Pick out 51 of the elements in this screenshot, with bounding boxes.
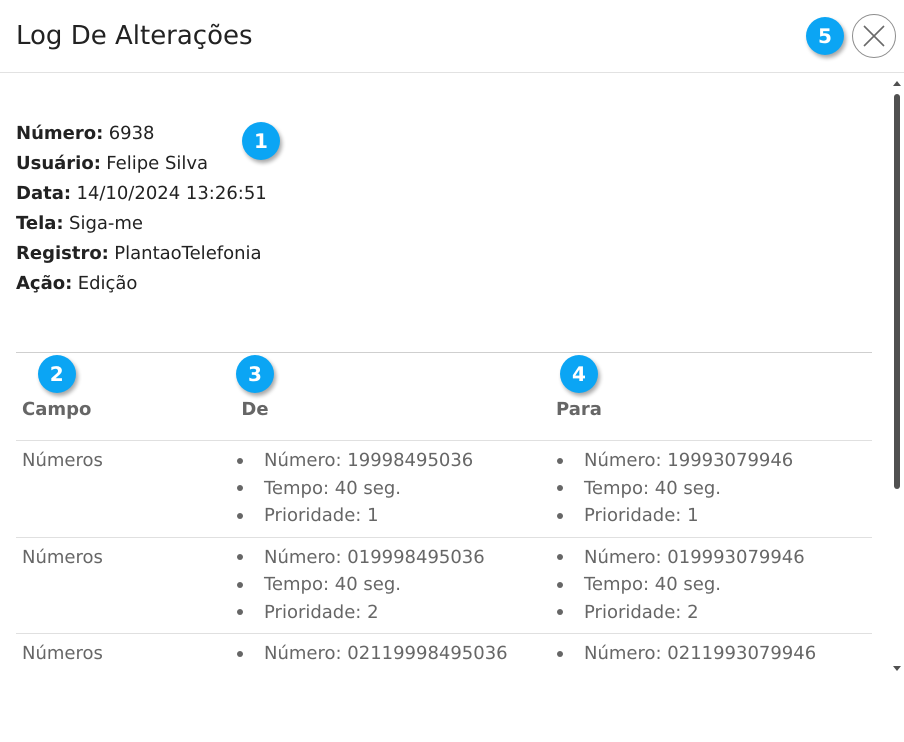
bullet-icon bbox=[237, 458, 243, 464]
bullet-icon bbox=[557, 650, 563, 657]
change-item: Número: 19993079946 bbox=[584, 449, 794, 473]
change-item: Prioridade: 2 bbox=[264, 600, 379, 624]
close-button[interactable] bbox=[852, 14, 896, 58]
change-item: Prioridade: 1 bbox=[264, 504, 379, 528]
callout-marker: 2 bbox=[38, 355, 76, 393]
scroll-up-icon[interactable] bbox=[893, 81, 901, 86]
close-icon bbox=[863, 25, 885, 47]
detail-line: Usuário: Felipe Silva bbox=[16, 152, 208, 176]
bullet-icon bbox=[237, 650, 243, 657]
detail-line: Tela: Siga-me bbox=[16, 212, 144, 236]
field-name: Números bbox=[22, 450, 103, 471]
field-name: Números bbox=[22, 546, 103, 568]
change-item: Prioridade: 2 bbox=[584, 600, 699, 624]
bullet-icon bbox=[557, 485, 563, 492]
bullet-icon bbox=[557, 554, 563, 560]
detail-line: Data: 14/10/2024 13:26:51 bbox=[16, 182, 267, 206]
detail-line: Registro: PlantaoTelefonia bbox=[16, 242, 262, 266]
column-header: Para bbox=[556, 399, 602, 421]
bullet-icon bbox=[557, 609, 563, 616]
change-item: Número: 0211993079946 bbox=[584, 642, 816, 666]
callout-marker: 1 bbox=[242, 122, 280, 160]
column-header: Campo bbox=[22, 399, 92, 421]
window-title: Log De Alterações bbox=[16, 20, 253, 52]
bullet-icon bbox=[557, 458, 563, 464]
change-item: Número: 19998495036 bbox=[264, 449, 474, 473]
change-item: Tempo: 40 seg. bbox=[264, 573, 401, 597]
change-item: Tempo: 40 seg. bbox=[584, 476, 721, 500]
callout-marker: 5 bbox=[806, 17, 844, 55]
bullet-icon bbox=[557, 512, 563, 519]
scrollbar-thumb[interactable] bbox=[894, 94, 900, 489]
detail-line: Ação: Edição bbox=[16, 272, 138, 296]
callout-marker: 3 bbox=[236, 355, 274, 393]
detail-line: Número: 6938 bbox=[16, 122, 154, 146]
change-item: Número: 019993079946 bbox=[584, 546, 805, 570]
change-item: Prioridade: 1 bbox=[584, 504, 699, 528]
bullet-icon bbox=[237, 582, 243, 588]
change-item: Número: 02119998495036 bbox=[264, 642, 508, 666]
column-header: De bbox=[241, 399, 269, 421]
callout-marker: 4 bbox=[560, 355, 598, 393]
bullet-icon bbox=[557, 582, 563, 588]
change-item: Número: 019998495036 bbox=[264, 546, 485, 570]
bullet-icon bbox=[237, 485, 243, 492]
bullet-icon bbox=[237, 554, 243, 560]
bullet-icon bbox=[237, 609, 243, 616]
bullet-icon bbox=[237, 512, 243, 519]
change-item: Tempo: 40 seg. bbox=[584, 573, 721, 597]
change-item: Tempo: 40 seg. bbox=[264, 476, 401, 500]
scroll-down-icon[interactable] bbox=[893, 666, 901, 671]
field-name: Números bbox=[22, 643, 103, 664]
